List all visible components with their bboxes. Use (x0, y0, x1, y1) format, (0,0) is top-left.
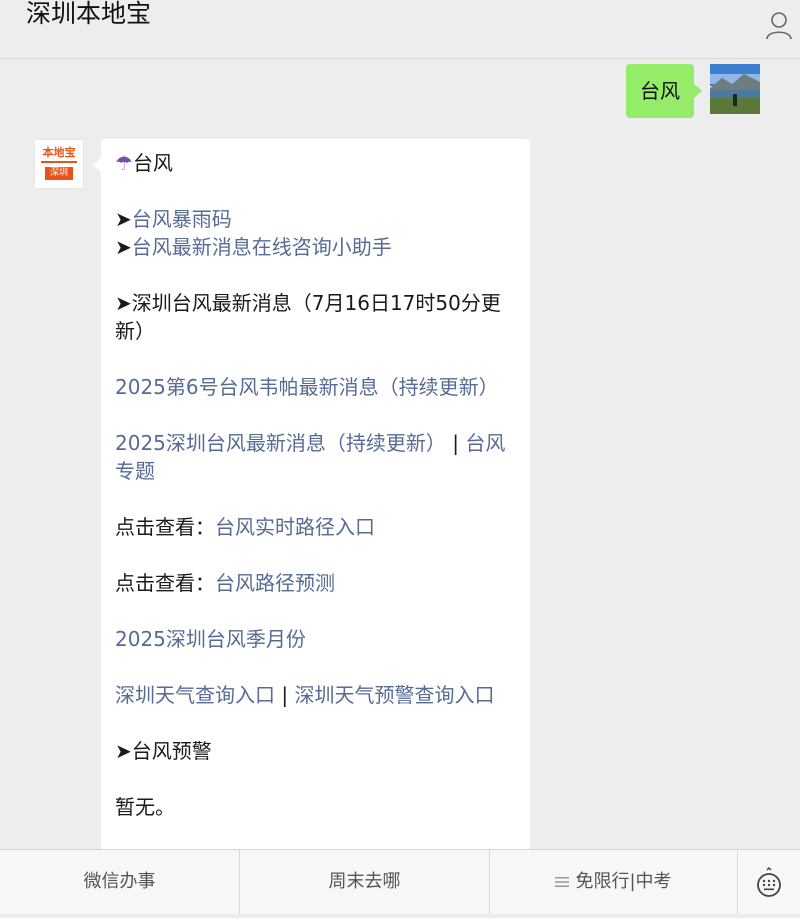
menu-wechat-services[interactable]: 微信办事 (0, 850, 240, 914)
menu-traffic-exam[interactable]: 免限行|中考 (490, 850, 738, 914)
typhoon-heading: ☂台风 (115, 149, 520, 177)
separator: | (445, 431, 466, 455)
keyboard-toggle-button[interactable] (738, 850, 800, 914)
bullet-icon: ➤ (115, 291, 132, 315)
link-weather-query[interactable]: 深圳天气查询入口 (115, 683, 275, 707)
outgoing-bubble: 台风 (626, 64, 702, 118)
news-heading: 深圳台风最新消息（7月16日17时50分更新） (115, 291, 501, 343)
link-assistant[interactable]: 台风最新消息在线咨询小助手 (132, 235, 392, 259)
bullet-icon: ➤ (115, 235, 132, 259)
avatar-logo-city: 深圳 (45, 167, 73, 180)
user-icon[interactable] (766, 10, 792, 40)
umbrella-icon: ☂ (115, 151, 133, 175)
click-view-label: 点击查看： (115, 571, 215, 595)
link-storm-code[interactable]: 台风暴雨码 (132, 207, 232, 231)
link-path-forecast[interactable]: 台风路径预测 (215, 571, 335, 595)
link-typhoon-season[interactable]: 2025深圳台风季月份 (115, 627, 306, 651)
warning-heading: 台风预警 (131, 739, 212, 763)
click-view-label: 点击查看： (115, 515, 215, 539)
separator: | (275, 683, 295, 707)
menu-label: 免限行|中考 (575, 871, 672, 892)
account-title: 深圳本地宝 (26, 0, 152, 28)
avatar-logo-text: 本地宝 (42, 146, 76, 159)
link-wipha-news[interactable]: 2025第6号台风韦帕最新消息（持续更新） (115, 375, 499, 399)
link-realtime-path[interactable]: 台风实时路径入口 (215, 515, 375, 539)
menu-label: 微信办事 (83, 871, 156, 892)
user-photo-avatar[interactable] (710, 64, 760, 114)
heading-text: 台风 (132, 151, 173, 175)
bendibao-avatar[interactable]: 本地宝 深圳 (34, 139, 84, 189)
link-weather-warning[interactable]: 深圳天气预警查询入口 (294, 683, 494, 707)
top-header: 深圳本地宝 (0, 0, 800, 59)
message-content: ☂台风 ➤台风暴雨码 ➤台风最新消息在线咨询小助手 ➤深圳台风最新消息（7月16… (115, 149, 520, 821)
incoming-bubble: ☂台风 ➤台风暴雨码 ➤台风最新消息在线咨询小助手 ➤深圳台风最新消息（7月16… (93, 139, 530, 859)
bottom-menu-bar: 微信办事 周末去哪 免限行|中考 (0, 849, 800, 914)
bullet-icon: ➤ (115, 739, 132, 763)
menu-weekend[interactable]: 周末去哪 (240, 850, 490, 914)
link-shenzhen-news[interactable]: 2025深圳台风最新消息（持续更新） (115, 431, 446, 455)
menu-label: 周末去哪 (328, 871, 401, 892)
no-warning-text: 暂无。 (115, 795, 175, 819)
submenu-icon (555, 877, 570, 887)
keyboard-icon (757, 866, 781, 897)
bullet-icon: ➤ (115, 207, 132, 231)
avatar-logo-line (41, 161, 77, 163)
